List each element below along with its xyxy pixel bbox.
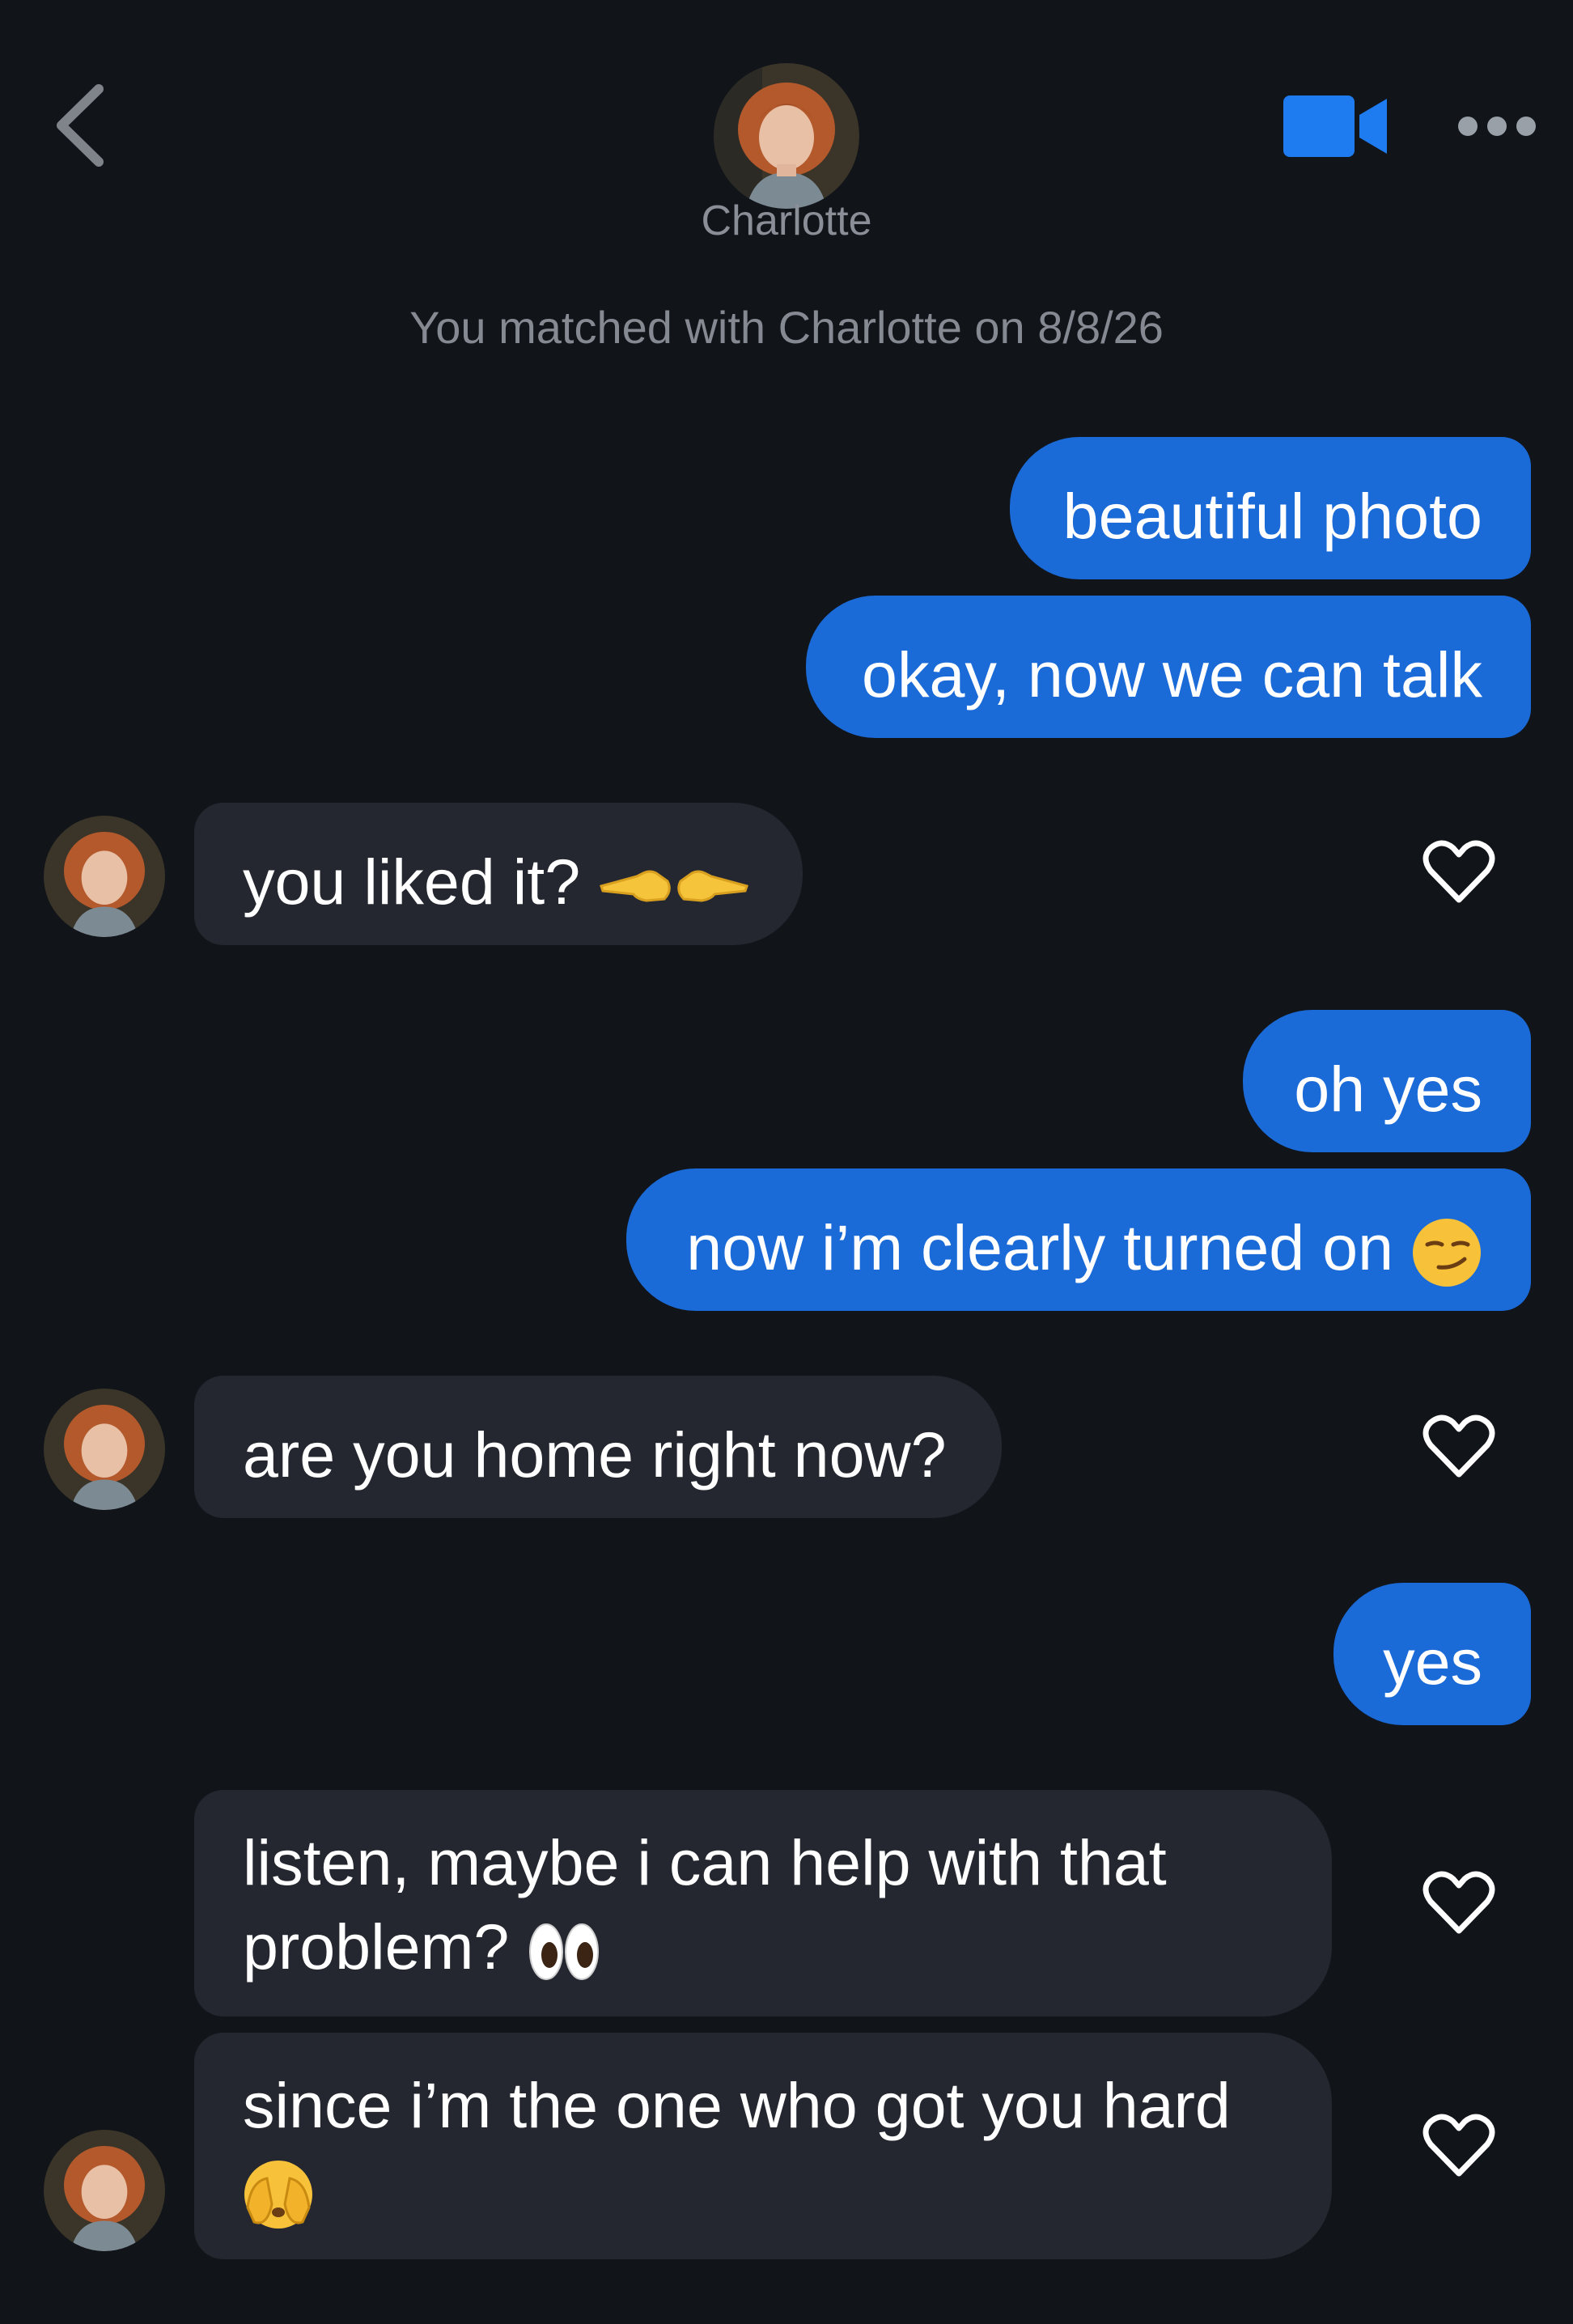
- more-dots-icon: [1458, 117, 1536, 136]
- back-button[interactable]: [50, 81, 115, 170]
- video-camera-icon: [1283, 95, 1387, 157]
- heart-icon: [1422, 2114, 1495, 2177]
- like-button[interactable]: [1422, 1414, 1495, 1479]
- match-note: You matched with Charlotte on 8/8/26: [409, 302, 1164, 353]
- charlotte-avatar[interactable]: [44, 2130, 165, 2251]
- heart-icon: [1422, 1871, 1495, 1934]
- contact-avatar[interactable]: [714, 63, 859, 209]
- smirking-face-emoji: [1413, 1219, 1481, 1287]
- video-call-button[interactable]: [1283, 94, 1390, 159]
- pointing-hands-emoji: [600, 870, 749, 902]
- sent-message[interactable]: oh yes: [1243, 1010, 1531, 1152]
- sent-message[interactable]: yes: [1333, 1583, 1531, 1725]
- message-text: since i’m the one who got you hard: [243, 2069, 1231, 2141]
- like-button[interactable]: [1422, 1871, 1495, 1936]
- message-text: you liked it?: [243, 846, 581, 918]
- received-message[interactable]: are you home right now?: [194, 1376, 1002, 1518]
- message-text: oh yes: [1294, 1053, 1482, 1125]
- eyes-emoji: [529, 1923, 600, 1981]
- received-message[interactable]: you liked it?: [194, 803, 803, 945]
- message-text: yes: [1383, 1626, 1482, 1698]
- contact-name[interactable]: Charlotte: [625, 197, 948, 245]
- heart-icon: [1422, 840, 1495, 903]
- more-options-button[interactable]: [1456, 108, 1537, 144]
- sent-message[interactable]: okay, now we can talk: [806, 596, 1531, 738]
- like-button[interactable]: [1422, 2114, 1495, 2178]
- like-button[interactable]: [1422, 840, 1495, 905]
- face-with-hands-over-mouth-emoji: [244, 2161, 312, 2229]
- sent-message[interactable]: beautiful photo: [1010, 437, 1531, 579]
- message-text: okay, now we can talk: [862, 638, 1482, 710]
- chevron-left-icon: [57, 84, 104, 167]
- message-text: now i’m clearly turned on: [686, 1211, 1394, 1283]
- charlotte-avatar[interactable]: [44, 1389, 165, 1510]
- heart-icon: [1422, 1414, 1495, 1478]
- received-message[interactable]: since i’m the one who got you hard: [194, 2033, 1332, 2259]
- sent-message[interactable]: now i’m clearly turned on: [626, 1168, 1531, 1311]
- message-text: beautiful photo: [1062, 480, 1482, 552]
- charlotte-avatar[interactable]: [44, 816, 165, 937]
- received-message[interactable]: listen, maybe i can help with that probl…: [194, 1790, 1332, 2017]
- message-text: listen, maybe i can help with that probl…: [243, 1826, 1167, 1983]
- message-text: are you home right now?: [243, 1419, 947, 1491]
